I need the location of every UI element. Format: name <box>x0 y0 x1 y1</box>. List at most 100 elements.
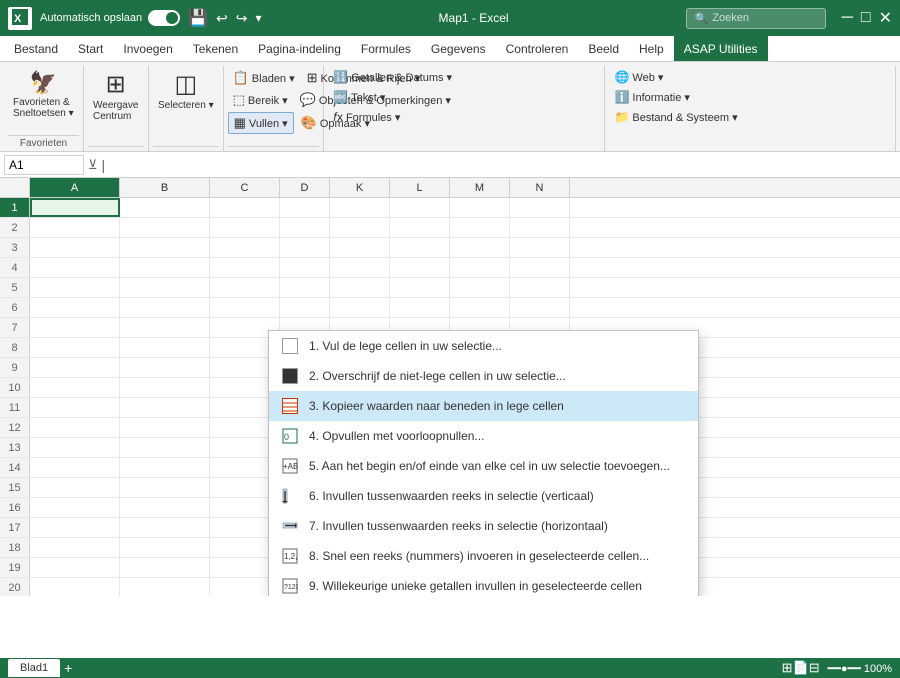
cell[interactable] <box>30 318 120 337</box>
cell[interactable] <box>120 338 210 357</box>
cell[interactable] <box>330 198 390 217</box>
cell[interactable] <box>390 298 450 317</box>
cell[interactable] <box>30 558 120 577</box>
add-sheet-btn[interactable]: + <box>64 660 72 676</box>
menu-tekenen[interactable]: Tekenen <box>183 36 248 61</box>
cell[interactable] <box>120 498 210 517</box>
cell[interactable] <box>330 258 390 277</box>
menu-beeld[interactable]: Beeld <box>578 36 629 61</box>
formula-input[interactable] <box>109 158 896 172</box>
cell[interactable] <box>120 218 210 237</box>
selecteren-button[interactable]: ◫ Selecteren ▾ <box>153 68 219 113</box>
sheet-tab[interactable]: Blad1 <box>8 659 60 677</box>
autosave-toggle[interactable] <box>148 10 180 26</box>
cell[interactable] <box>330 278 390 297</box>
cell[interactable] <box>280 278 330 297</box>
informatie-btn[interactable]: ℹ️ Informatie ▾ <box>609 88 694 106</box>
close-icon[interactable]: ✕ <box>879 8 892 28</box>
cell[interactable] <box>120 418 210 437</box>
quick-access-more[interactable]: ▾ <box>256 11 262 25</box>
cell[interactable] <box>390 218 450 237</box>
cell[interactable] <box>30 338 120 357</box>
vullen-btn[interactable]: ▦ Vullen ▾ <box>228 112 294 134</box>
search-box[interactable]: 🔍 Zoeken <box>686 8 826 29</box>
cell[interactable] <box>30 438 120 457</box>
cell[interactable] <box>120 198 210 217</box>
col-header-c[interactable]: C <box>210 178 280 197</box>
cell[interactable] <box>450 198 510 217</box>
cell[interactable] <box>30 298 120 317</box>
cell[interactable] <box>390 238 450 257</box>
cell[interactable] <box>120 238 210 257</box>
cell[interactable] <box>390 258 450 277</box>
formules-menu-btn[interactable]: 𝑓x Formules ▾ <box>328 108 405 127</box>
cell[interactable] <box>120 398 210 417</box>
cell[interactable] <box>30 578 120 596</box>
cell[interactable] <box>30 378 120 397</box>
minimize-icon[interactable]: ─ <box>842 9 853 27</box>
cell[interactable] <box>330 298 390 317</box>
bestand-sys-btn[interactable]: 📁 Bestand & Systeem ▾ <box>609 108 742 126</box>
dropdown-item-5[interactable]: +AB5. Aan het begin en/of einde van elke… <box>269 451 698 481</box>
dropdown-item-3[interactable]: 3. Kopieer waarden naar beneden in lege … <box>269 391 698 421</box>
menu-controleren[interactable]: Controleren <box>496 36 579 61</box>
redo-icon[interactable]: ↪ <box>236 10 248 27</box>
cell[interactable] <box>280 218 330 237</box>
cell[interactable] <box>510 298 570 317</box>
col-header-k[interactable]: K <box>330 178 390 197</box>
cell[interactable] <box>120 478 210 497</box>
dropdown-item-6[interactable]: 6. Invullen tussenwaarden reeks in selec… <box>269 481 698 511</box>
dropdown-item-2[interactable]: 2. Overschrijf de niet-lege cellen in uw… <box>269 361 698 391</box>
cell[interactable] <box>450 238 510 257</box>
cell[interactable] <box>30 478 120 497</box>
col-header-l[interactable]: L <box>390 178 450 197</box>
cell[interactable] <box>210 298 280 317</box>
cell[interactable] <box>120 458 210 477</box>
col-header-n[interactable]: N <box>510 178 570 197</box>
cell[interactable] <box>210 278 280 297</box>
menu-asap[interactable]: ASAP Utilities <box>674 36 768 61</box>
cell[interactable] <box>30 498 120 517</box>
cell[interactable] <box>120 558 210 577</box>
dropdown-item-9[interactable]: ?1239. Willekeurige unieke getallen invu… <box>269 571 698 596</box>
cell[interactable] <box>30 538 120 557</box>
dropdown-item-4[interactable]: 04. Opvullen met voorloopnullen... <box>269 421 698 451</box>
cell[interactable] <box>510 278 570 297</box>
cell[interactable] <box>120 538 210 557</box>
view-normal-icon[interactable]: ⊞ <box>782 660 793 676</box>
cell[interactable] <box>210 258 280 277</box>
cell[interactable] <box>280 198 330 217</box>
cell[interactable] <box>450 258 510 277</box>
cell[interactable] <box>120 518 210 537</box>
col-header-b[interactable]: B <box>120 178 210 197</box>
dropdown-item-1[interactable]: 1. Vul de lege cellen in uw selectie... <box>269 331 698 361</box>
getallen-btn[interactable]: 🔢 Getallen & Datums ▾ <box>328 68 457 86</box>
cell-reference[interactable] <box>4 155 84 175</box>
col-header-m[interactable]: M <box>450 178 510 197</box>
menu-gegevens[interactable]: Gegevens <box>421 36 496 61</box>
cell[interactable] <box>30 258 120 277</box>
cell[interactable] <box>30 278 120 297</box>
cell[interactable] <box>30 198 120 217</box>
menu-pagina[interactable]: Pagina-indeling <box>248 36 351 61</box>
cell[interactable] <box>120 438 210 457</box>
menu-help[interactable]: Help <box>629 36 674 61</box>
cell[interactable] <box>390 278 450 297</box>
cell[interactable] <box>280 238 330 257</box>
cell[interactable] <box>120 578 210 596</box>
cell[interactable] <box>510 218 570 237</box>
cell[interactable] <box>120 298 210 317</box>
cell[interactable] <box>450 218 510 237</box>
cell[interactable] <box>510 238 570 257</box>
cell[interactable] <box>280 258 330 277</box>
dropdown-item-8[interactable]: 1,2,38. Snel een reeks (nummers) invoere… <box>269 541 698 571</box>
menu-formules[interactable]: Formules <box>351 36 421 61</box>
cell[interactable] <box>30 518 120 537</box>
web-btn[interactable]: 🌐 Web ▾ <box>609 68 668 86</box>
dropdown-item-7[interactable]: 7. Invullen tussenwaarden reeks in selec… <box>269 511 698 541</box>
cell[interactable] <box>390 198 450 217</box>
menu-bestand[interactable]: Bestand <box>4 36 68 61</box>
cell[interactable] <box>510 198 570 217</box>
cell[interactable] <box>330 238 390 257</box>
cell[interactable] <box>210 238 280 257</box>
